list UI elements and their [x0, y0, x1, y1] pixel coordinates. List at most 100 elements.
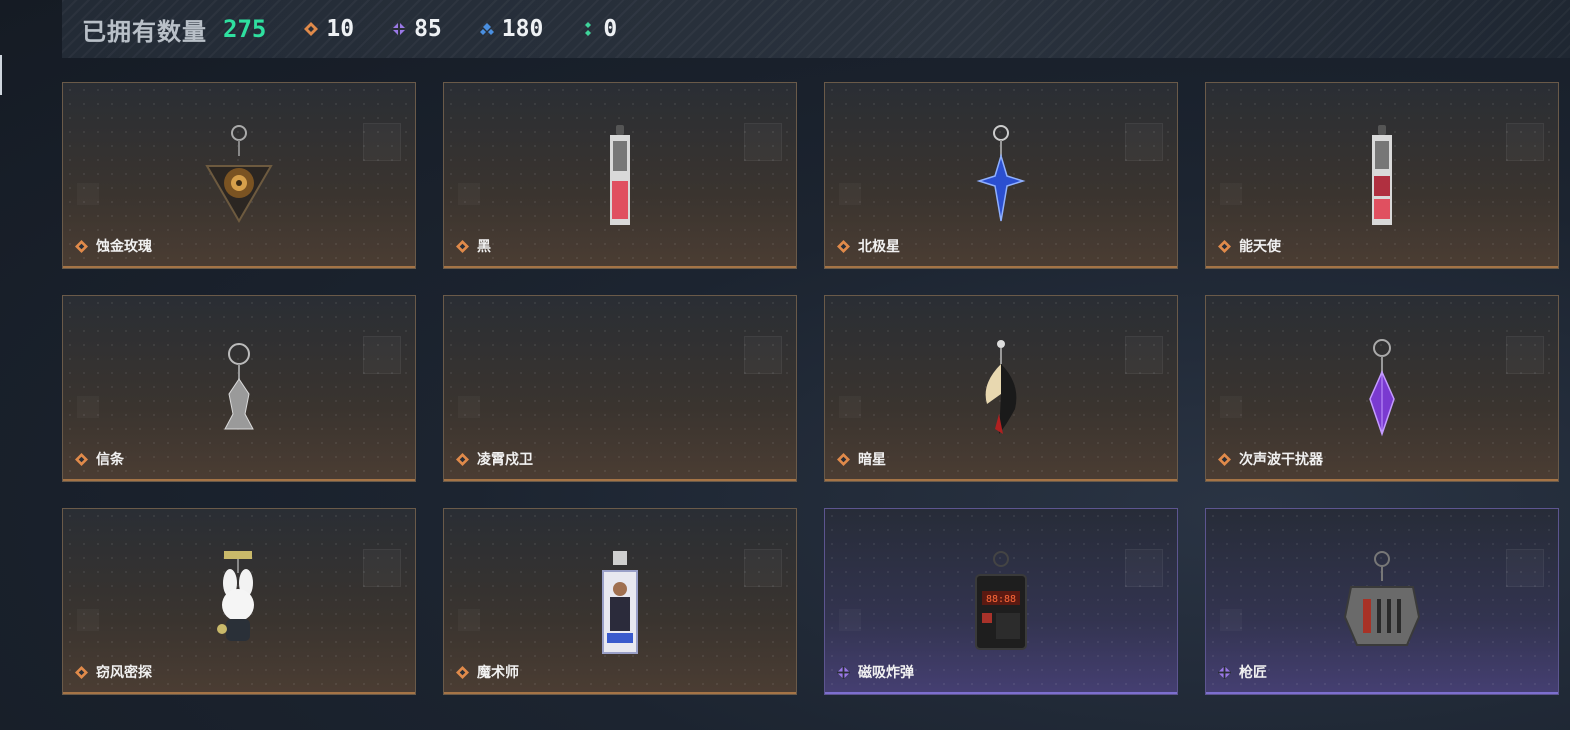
card-decoration — [1125, 336, 1163, 374]
card-label: 暗星 — [837, 449, 886, 469]
charm-card[interactable]: 次声波干扰器 — [1205, 295, 1559, 482]
stat-blue: 180 — [479, 16, 544, 42]
charm-name: 信条 — [96, 451, 124, 467]
svg-text:88:88: 88:88 — [986, 594, 1016, 605]
charm-card[interactable]: 北极星 — [824, 82, 1178, 269]
side-indicator — [0, 55, 2, 95]
owned-count-label: 已拥有数量 — [82, 18, 207, 46]
card-decoration — [1506, 123, 1544, 161]
charm-name: 窃风密探 — [96, 664, 152, 680]
card-decoration — [744, 549, 782, 587]
charm-name: 磁吸炸弹 — [858, 664, 914, 680]
orange-gem-icon — [837, 452, 850, 466]
orange-gem-icon — [75, 665, 88, 679]
card-label: 黑 — [456, 236, 491, 256]
charm-card[interactable]: 信条 — [62, 295, 416, 482]
card-label: 磁吸炸弹 — [837, 662, 914, 682]
tag-charm-icon — [1372, 125, 1392, 225]
charm-card[interactable]: 88:88 磁吸炸弹 — [824, 508, 1178, 695]
orange-gem-icon — [304, 22, 319, 36]
orange-gem-icon — [456, 665, 469, 679]
card-decoration — [363, 336, 401, 374]
card-decoration — [1220, 609, 1242, 631]
stat-orange-value: 10 — [326, 16, 355, 42]
charm-card[interactable]: 魔术师 — [443, 508, 797, 695]
card-decoration — [458, 609, 480, 631]
tag-charm-icon — [610, 125, 630, 225]
orange-gem-icon — [456, 239, 469, 253]
charm-name: 次声波干扰器 — [1239, 451, 1323, 467]
charm-card[interactable]: 凌霄戍卫 — [443, 295, 797, 482]
card-decoration — [458, 183, 480, 205]
card-decoration — [1220, 396, 1242, 418]
card-decoration — [1125, 549, 1163, 587]
orange-gem-icon — [1218, 452, 1231, 466]
orange-gem-icon — [837, 239, 850, 253]
stat-purple: 85 — [392, 16, 442, 42]
charm-card[interactable]: 蚀金玫瑰 — [62, 82, 416, 269]
card-decoration — [363, 123, 401, 161]
card-decoration — [1220, 183, 1242, 205]
purple-gem-icon — [1218, 665, 1231, 679]
card-decoration — [1506, 549, 1544, 587]
card-label: 蚀金玫瑰 — [75, 236, 152, 256]
card-decoration — [839, 609, 861, 631]
card-decoration — [77, 183, 99, 205]
card-decoration — [363, 549, 401, 587]
rose-charm-icon — [205, 125, 273, 223]
charm-card[interactable]: 黑 — [443, 82, 797, 269]
charm-card[interactable]: 枪匠 — [1205, 508, 1559, 695]
stat-orange: 10 — [304, 16, 354, 42]
charm-card[interactable]: 能天使 — [1205, 82, 1559, 269]
card-label: 能天使 — [1218, 236, 1281, 256]
star-charm-icon — [976, 125, 1026, 222]
card-decoration — [744, 336, 782, 374]
charm-name: 能天使 — [1239, 238, 1281, 254]
charm-name: 蚀金玫瑰 — [96, 238, 152, 254]
card-decoration — [839, 396, 861, 418]
card-label: 窃风密探 — [75, 662, 152, 682]
charm-grid: 蚀金玫瑰 黑 北极星 能天使 信条 凌霄戍卫 暗星 次声波干扰器 窃风密探 魔术… — [62, 82, 1559, 695]
card-decoration — [1506, 336, 1544, 374]
green-gem-icon — [585, 22, 592, 36]
orange-gem-icon — [75, 452, 88, 466]
purple-gem-icon — [837, 665, 850, 679]
stat-green-value: 0 — [603, 16, 618, 42]
charm-name: 魔术师 — [477, 664, 519, 680]
card-decoration — [1125, 123, 1163, 161]
card-decoration — [744, 123, 782, 161]
charm-name: 暗星 — [858, 451, 886, 467]
bunny-figure-charm-icon — [217, 551, 254, 641]
charm-card[interactable]: 窃风密探 — [62, 508, 416, 695]
card-decoration — [839, 183, 861, 205]
card-label: 魔术师 — [456, 662, 519, 682]
charm-name: 黑 — [477, 238, 491, 254]
magician-card-charm-icon — [602, 551, 638, 654]
orange-gem-icon — [75, 239, 88, 253]
stat-green: 0 — [581, 16, 617, 42]
purple-gem-icon — [392, 22, 407, 36]
card-label: 次声波干扰器 — [1218, 449, 1323, 469]
stat-purple-value: 85 — [414, 16, 442, 42]
inventory-header: 已拥有数量 275 10 85 180 0 — [62, 0, 1570, 58]
card-label: 北极星 — [837, 236, 900, 256]
toolcase-charm-icon — [1343, 551, 1421, 646]
stat-blue-value: 180 — [501, 16, 544, 42]
crystal-charm-icon — [1369, 339, 1395, 437]
charm-name: 凌霄戍卫 — [477, 451, 533, 467]
creed-charm-icon — [224, 343, 254, 430]
card-label: 枪匠 — [1218, 662, 1267, 682]
card-decoration — [458, 396, 480, 418]
blue-gem-icon — [479, 23, 494, 35]
card-label: 凌霄戍卫 — [456, 449, 533, 469]
card-decoration — [77, 396, 99, 418]
charm-name: 北极星 — [858, 238, 900, 254]
orange-gem-icon — [456, 452, 469, 466]
dark-star-charm-icon — [985, 340, 1017, 434]
card-label: 信条 — [75, 449, 124, 469]
owned-count-value: 275 — [223, 15, 267, 43]
magnetic-bomb-charm-icon: 88:88 — [975, 551, 1027, 650]
charm-name: 枪匠 — [1239, 664, 1267, 680]
charm-card[interactable]: 暗星 — [824, 295, 1178, 482]
card-decoration — [77, 609, 99, 631]
